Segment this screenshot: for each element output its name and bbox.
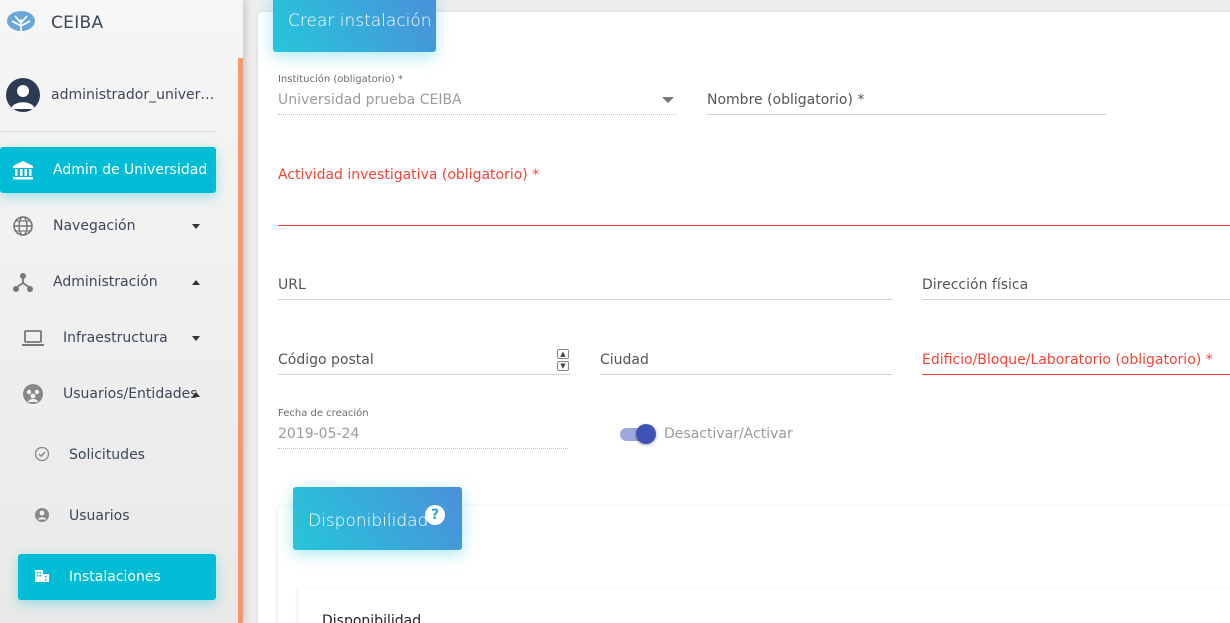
ciudad-field[interactable]: Ciudad (600, 350, 892, 376)
sidebar-item-label: Navegación (53, 218, 136, 234)
actividad-underline (278, 225, 1230, 226)
sidebar-item-label: Infraestructura (63, 330, 168, 346)
check-circle-icon (34, 446, 50, 462)
disponibilidad-header: Disponibilidad ? (293, 487, 462, 550)
hierarchy-icon (13, 273, 33, 292)
caret-down-icon (192, 336, 200, 341)
codigo-postal-field[interactable]: Código postal (278, 350, 570, 376)
tree-logo-icon (7, 11, 35, 34)
sidebar-divider (0, 131, 216, 132)
group-icon (23, 384, 43, 404)
caret-down-icon (192, 224, 200, 229)
direccion-placeholder: Dirección física (922, 277, 1029, 293)
help-icon[interactable]: ? (425, 505, 445, 525)
actividad-field[interactable]: Actividad investigativa (obligatorio) * (278, 165, 1230, 227)
caret-up-icon (192, 280, 200, 285)
spinner-up-icon[interactable]: ▲ (557, 349, 569, 359)
codigo-postal-underline (278, 374, 570, 375)
sidebar-item-label: Solicitudes (69, 447, 145, 463)
laptop-icon (22, 330, 44, 346)
sidebar-item-admin-universidad[interactable]: Admin de Universidad (0, 147, 216, 193)
activar-toggle[interactable] (620, 424, 656, 444)
nombre-placeholder: Nombre (obligatorio) * (707, 92, 865, 108)
disponibilidad-title: Disponibilidad (308, 511, 429, 531)
ciudad-placeholder: Ciudad (600, 352, 649, 368)
codigo-postal-placeholder: Código postal (278, 352, 374, 368)
direccion-field[interactable]: Dirección física (922, 275, 1230, 301)
direccion-underline (922, 299, 1230, 300)
institucion-label: Institución (obligatorio) * (278, 74, 403, 85)
ciudad-underline (600, 374, 892, 375)
account-circle-icon (35, 508, 49, 522)
institucion-underline (278, 114, 676, 115)
dropdown-arrow-icon (662, 97, 674, 103)
page-title: Crear instalación (288, 11, 432, 31)
app-logo[interactable]: CEIBA (0, 0, 243, 46)
fecha-creacion-label: Fecha de creación (278, 408, 369, 419)
disponibilidad-subtitle: Disponibilidad (322, 613, 422, 623)
sidebar-item-instalaciones[interactable]: Instalaciones (18, 554, 216, 600)
sidebar-item-navegacion[interactable]: Navegación (0, 203, 216, 249)
toggle-label: Desactivar/Activar (664, 426, 793, 442)
sidebar: CEIBA administrador_universidad Admin de… (0, 0, 243, 623)
actividad-placeholder: Actividad investigativa (obligatorio) * (278, 167, 540, 183)
user-name: administrador_universidad (51, 87, 216, 103)
card-header: Crear instalación (273, 0, 436, 52)
sidebar-item-label: Administración (53, 274, 158, 290)
edificio-underline (922, 374, 1230, 375)
institucion-select[interactable]: Institución (obligatorio) * Universidad … (278, 74, 676, 116)
fecha-creacion-value: 2019-05-24 (278, 426, 360, 442)
toggle-knob (636, 424, 656, 444)
avatar-icon (6, 78, 40, 112)
sidebar-item-administracion[interactable]: Administración (0, 259, 216, 305)
sidebar-accent-bar (238, 58, 243, 623)
spinner-down-icon[interactable]: ▼ (557, 361, 569, 371)
building-icon (35, 570, 49, 582)
globe-icon (13, 216, 33, 236)
app-name: CEIBA (51, 13, 104, 33)
edificio-field[interactable]: Edificio/Bloque/Laboratorio (obligatorio… (922, 350, 1230, 376)
nombre-field[interactable]: Nombre (obligatorio) * (707, 90, 1106, 116)
nombre-underline (707, 114, 1106, 115)
sidebar-item-label: Usuarios/Entidades (63, 386, 198, 402)
sidebar-item-usuarios[interactable]: Usuarios (0, 493, 216, 539)
bank-icon (13, 161, 33, 180)
institucion-value: Universidad prueba CEIBA (278, 92, 462, 108)
fecha-creacion-field[interactable]: Fecha de creación 2019-05-24 (278, 408, 568, 450)
url-field[interactable]: URL (278, 275, 892, 301)
edificio-placeholder: Edificio/Bloque/Laboratorio (obligatorio… (922, 352, 1213, 368)
fecha-creacion-underline (278, 448, 568, 449)
disponibilidad-panel: Disponibilidad (298, 588, 1230, 623)
sidebar-item-usuarios-entidades[interactable]: Usuarios/Entidades (0, 371, 216, 417)
url-placeholder: URL (278, 277, 306, 293)
number-spinner[interactable]: ▲ ▼ (557, 349, 569, 371)
sidebar-item-label: Admin de Universidad (53, 162, 208, 178)
sidebar-item-infraestructura[interactable]: Infraestructura (0, 315, 216, 361)
url-underline (278, 299, 892, 300)
sidebar-item-label: Instalaciones (69, 569, 161, 585)
user-profile[interactable]: administrador_universidad (0, 74, 243, 118)
sidebar-item-label: Usuarios (69, 508, 130, 524)
sidebar-item-solicitudes[interactable]: Solicitudes (0, 432, 216, 478)
caret-up-icon (192, 392, 200, 397)
